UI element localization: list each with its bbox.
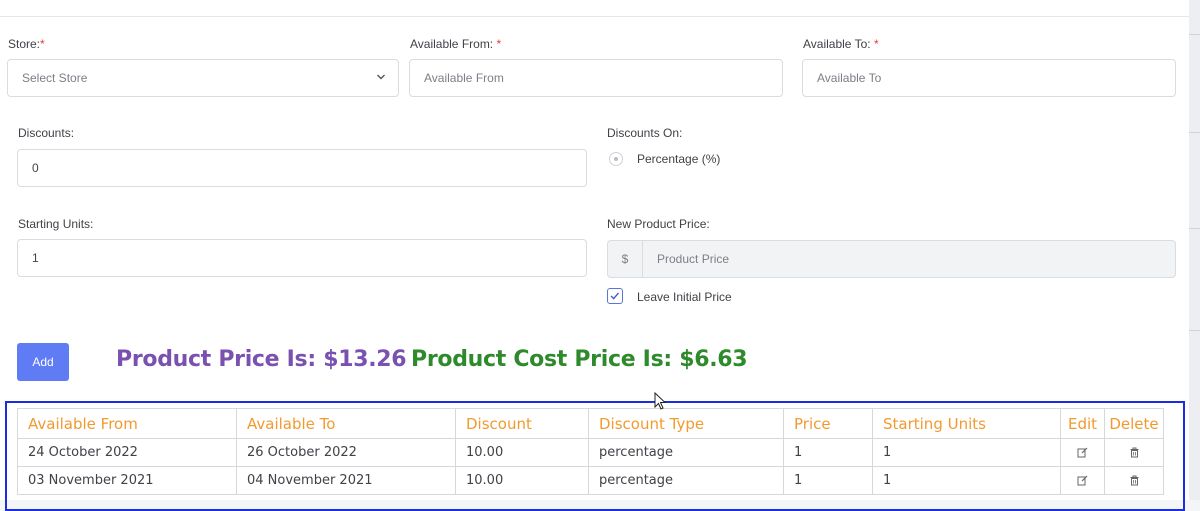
starting-units-value: 1	[32, 251, 39, 265]
starting-units-label: Starting Units:	[18, 217, 94, 231]
col-available-from[interactable]: Available From	[17, 408, 237, 439]
cell-delete	[1104, 438, 1164, 467]
store-select-value: Select Store	[22, 71, 88, 85]
cell-available-from: 03 November 2021	[17, 466, 237, 495]
trash-icon[interactable]	[1129, 447, 1140, 458]
top-divider	[0, 16, 1189, 17]
cell-edit	[1060, 466, 1105, 495]
cell-discount: 10.00	[455, 438, 589, 467]
product-price-summary: Product Price Is: $13.26	[116, 347, 407, 372]
cell-discount: 10.00	[455, 466, 589, 495]
col-discount-type[interactable]: Discount Type	[588, 408, 784, 439]
col-available-to[interactable]: Available To	[236, 408, 456, 439]
cell-available-to: 26 October 2022	[236, 438, 456, 467]
table-header-row: Available From Available To Discount Dis…	[17, 408, 1164, 439]
col-edit: Edit	[1060, 408, 1105, 439]
new-product-price-label: New Product Price:	[607, 217, 710, 231]
discounts-value: 0	[32, 161, 39, 175]
trash-icon[interactable]	[1129, 475, 1140, 486]
leave-initial-price-label: Leave Initial Price	[637, 290, 732, 304]
col-price[interactable]: Price	[783, 408, 873, 439]
table-row: 24 October 2022 26 October 2022 10.00 pe…	[17, 438, 1164, 467]
discounts-input[interactable]: 0	[17, 149, 587, 187]
cell-delete	[1104, 466, 1164, 495]
table-row: 03 November 2021 04 November 2021 10.00 …	[17, 466, 1164, 495]
percentage-radio[interactable]	[609, 152, 623, 166]
mouse-cursor-icon	[654, 392, 667, 410]
available-from-placeholder: Available From	[424, 71, 504, 85]
store-label: Store:*	[8, 37, 45, 51]
col-discount[interactable]: Discount	[455, 408, 589, 439]
discounts-label: Discounts:	[18, 126, 75, 140]
percentage-radio-label: Percentage (%)	[637, 152, 721, 166]
cell-edit	[1060, 438, 1105, 467]
currency-prefix: $	[607, 240, 642, 278]
discounts-on-label: Discounts On:	[607, 126, 683, 140]
right-edge-panel	[1189, 0, 1200, 500]
store-select[interactable]: Select Store	[7, 59, 399, 97]
cell-discount-type: percentage	[588, 466, 784, 495]
edit-icon[interactable]	[1077, 447, 1088, 458]
product-cost-price-summary: Product Cost Price Is: $6.63	[411, 347, 748, 372]
starting-units-input[interactable]: 1	[17, 239, 587, 277]
discount-table: Available From Available To Discount Dis…	[17, 408, 1164, 495]
col-delete: Delete	[1104, 408, 1164, 439]
cell-price: 1	[783, 466, 873, 495]
discount-form-panel: Store:* Select Store Available From: * A…	[0, 0, 1189, 511]
cell-available-from: 24 October 2022	[17, 438, 237, 467]
available-to-input[interactable]: Available To	[802, 59, 1176, 97]
product-price-input[interactable]: Product Price	[642, 240, 1176, 278]
cell-discount-type: percentage	[588, 438, 784, 467]
add-button[interactable]: Add	[17, 343, 69, 381]
product-price-placeholder: Product Price	[657, 252, 730, 266]
check-icon	[610, 292, 620, 300]
cell-starting-units: 1	[872, 466, 1061, 495]
col-starting-units[interactable]: Starting Units	[872, 408, 1061, 439]
available-to-placeholder: Available To	[817, 71, 882, 85]
available-from-input[interactable]: Available From	[409, 59, 783, 97]
leave-initial-price-checkbox[interactable]	[607, 288, 623, 304]
available-from-label: Available From: *	[410, 37, 502, 51]
cell-available-to: 04 November 2021	[236, 466, 456, 495]
edit-icon[interactable]	[1077, 475, 1088, 486]
cell-price: 1	[783, 438, 873, 467]
available-to-label: Available To: *	[803, 37, 879, 51]
chevron-down-icon	[377, 74, 385, 80]
cell-starting-units: 1	[872, 438, 1061, 467]
